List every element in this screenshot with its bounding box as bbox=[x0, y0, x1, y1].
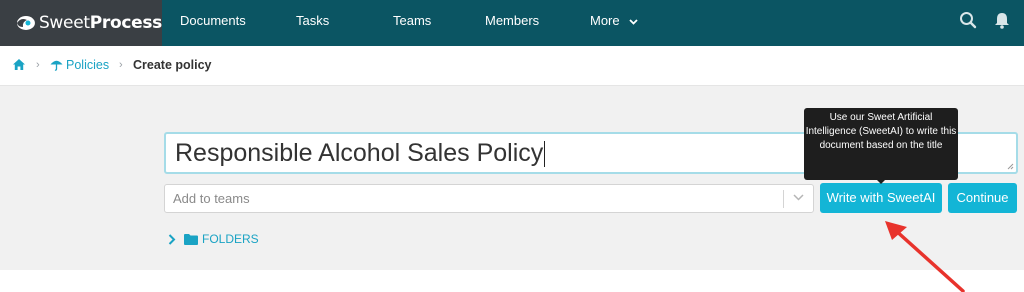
sweetai-tooltip: Use our Sweet Artificial Intelligence (S… bbox=[804, 108, 958, 180]
top-navbar: SweetProcess Documents Tasks Teams Membe… bbox=[0, 0, 1024, 46]
policy-title-text: Responsible Alcohol Sales Policy bbox=[175, 139, 544, 167]
breadcrumb: › Policies › Create policy bbox=[0, 46, 1024, 86]
tooltip-arrow bbox=[875, 178, 887, 184]
teams-placeholder: Add to teams bbox=[173, 191, 250, 206]
chevron-down-icon[interactable] bbox=[793, 194, 804, 201]
nav-teams[interactable]: Teams bbox=[393, 0, 431, 46]
chevron-down-icon bbox=[629, 18, 638, 25]
folders-toggle[interactable]: FOLDERS bbox=[168, 232, 259, 246]
folder-icon bbox=[184, 233, 198, 245]
umbrella-icon bbox=[50, 60, 63, 71]
nav-documents[interactable]: Documents bbox=[180, 0, 246, 46]
breadcrumb-separator-icon: › bbox=[119, 59, 123, 71]
nav-more[interactable]: More bbox=[590, 0, 638, 46]
breadcrumb-policies-link[interactable]: Policies bbox=[66, 58, 109, 72]
select-divider bbox=[783, 190, 784, 208]
nav-members[interactable]: Members bbox=[485, 0, 539, 46]
add-to-teams-select[interactable]: Add to teams bbox=[164, 184, 814, 213]
continue-button[interactable]: Continue bbox=[948, 183, 1017, 213]
nav-more-label: More bbox=[590, 13, 620, 28]
breadcrumb-separator-icon: › bbox=[36, 59, 40, 71]
write-with-sweetai-button[interactable]: Write with SweetAI bbox=[820, 183, 942, 213]
bell-icon[interactable] bbox=[994, 11, 1010, 29]
folders-label: FOLDERS bbox=[202, 232, 259, 246]
text-caret bbox=[544, 141, 546, 168]
resize-handle-icon[interactable] bbox=[1007, 163, 1014, 170]
search-icon[interactable] bbox=[959, 11, 977, 29]
nav-tasks[interactable]: Tasks bbox=[296, 0, 329, 46]
annotation-arrow-icon bbox=[885, 221, 965, 292]
brand-name: SweetProcess bbox=[38, 13, 162, 33]
chevron-right-icon bbox=[168, 233, 176, 245]
sweetprocess-logo-icon bbox=[16, 16, 35, 30]
home-icon[interactable] bbox=[12, 58, 26, 71]
breadcrumb-current: Create policy bbox=[133, 58, 212, 72]
brand-logo[interactable]: SweetProcess bbox=[0, 0, 162, 46]
